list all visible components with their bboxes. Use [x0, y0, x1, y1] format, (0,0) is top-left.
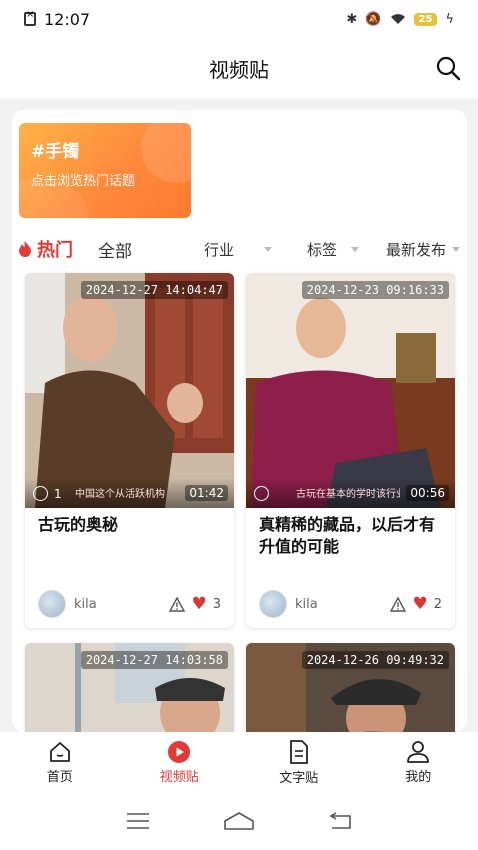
video-card[interactable]: 2024-12-26 09:49:32 — [246, 643, 455, 732]
avatar[interactable] — [259, 590, 287, 618]
tab-all[interactable]: 全部 — [98, 237, 132, 262]
home-button-icon[interactable] — [223, 811, 255, 831]
comment-count — [254, 486, 275, 501]
video-play-icon — [168, 740, 191, 763]
nav-video[interactable]: 视频贴 — [120, 732, 240, 792]
video-card[interactable]: 2024-12-27 14:03:58 — [25, 643, 234, 732]
back-icon[interactable] — [328, 812, 352, 830]
like-count: 3 — [212, 596, 221, 612]
hot-topic-card[interactable]: #手镯 点击浏览热门话题 — [19, 123, 191, 218]
card-title[interactable]: 古玩的奥秘 — [25, 508, 234, 578]
heart-icon[interactable]: ♥ — [191, 595, 206, 613]
chevron-down-icon — [264, 246, 273, 252]
home-icon — [49, 741, 70, 762]
page-title: 视频贴 — [209, 57, 269, 82]
menu-icon[interactable] — [126, 812, 150, 830]
video-caption: 中国这个从活跃机构 — [75, 489, 165, 500]
search-icon[interactable] — [434, 54, 462, 82]
avatar[interactable] — [38, 590, 66, 618]
like-count: 2 — [433, 596, 442, 612]
comment-count-value: 1 — [54, 486, 62, 501]
video-thumbnail[interactable]: 2024-12-27 14:03:58 — [25, 643, 234, 732]
report-icon[interactable] — [169, 596, 186, 612]
card-title[interactable]: 真精稀的藏品，以后才有升值的可能 — [246, 508, 455, 578]
filter-tags-label: 标签 — [307, 240, 338, 259]
mute-icon: 🔕 — [365, 11, 382, 27]
filter-latest[interactable]: 最新发布 — [386, 239, 461, 260]
filter-industry[interactable]: 行业 — [204, 239, 273, 260]
thumbnail-image — [25, 273, 234, 508]
nav-text-label: 文字贴 — [279, 770, 319, 786]
content-panel: #手镯 点击浏览热门话题 热门 全部 行业 标签 最新发布 2024-12-27… — [12, 110, 467, 732]
nav-video-label: 视频贴 — [159, 769, 199, 785]
comment-icon — [254, 486, 269, 501]
document-icon — [289, 739, 308, 764]
video-card[interactable]: 2024-12-27 14:04:47 1 中国这个从活跃机构 01:42 古玩… — [25, 273, 234, 628]
filter-latest-label: 最新发布 — [386, 240, 447, 259]
video-timestamp: 2024-12-27 14:03:58 — [80, 651, 228, 669]
status-bar: 12:07 ✱ 🔕 25 ϟ — [0, 0, 478, 38]
video-thumbnail[interactable]: 2024-12-26 09:49:32 — [246, 643, 455, 732]
wifi-icon — [390, 14, 405, 24]
charging-icon: ϟ — [445, 11, 454, 27]
nav-text[interactable]: 文字贴 — [239, 732, 359, 792]
heart-icon[interactable]: ♥ — [412, 595, 427, 613]
nav-mine[interactable]: 我的 — [359, 732, 478, 792]
nav-home-label: 首页 — [46, 769, 73, 785]
no-sim-icon — [24, 9, 36, 26]
bottom-nav: 首页 视频贴 文字贴 我的 — [0, 732, 478, 792]
battery-badge: 25 — [413, 12, 438, 26]
comment-icon — [33, 486, 48, 501]
app-header: 视频贴 — [0, 38, 478, 98]
bluetooth-icon: ✱ — [346, 11, 358, 27]
video-caption: 古玩在基本的学时该行业 — [296, 489, 400, 500]
topic-subtitle: 点击浏览热门话题 — [31, 174, 136, 189]
tab-hot[interactable]: 热门 — [17, 236, 73, 262]
system-nav-bar — [0, 792, 478, 850]
comment-count: 1 — [33, 486, 62, 501]
report-icon[interactable] — [390, 596, 407, 612]
filter-row: 热门 全部 行业 标签 最新发布 — [12, 234, 467, 264]
video-duration: 01:42 — [185, 485, 228, 501]
chevron-down-icon — [452, 246, 461, 252]
video-thumbnail[interactable]: 2024-12-27 14:04:47 1 中国这个从活跃机构 01:42 — [25, 273, 234, 508]
user-icon — [407, 740, 430, 763]
status-time: 12:07 — [44, 9, 91, 29]
filter-tags[interactable]: 标签 — [307, 239, 360, 260]
nav-mine-label: 我的 — [405, 769, 432, 785]
nav-home[interactable]: 首页 — [0, 732, 120, 792]
video-duration: 00:56 — [406, 485, 449, 501]
chevron-down-icon — [351, 246, 360, 252]
video-thumbnail[interactable]: 2024-12-23 09:16:33 古玩在基本的学时该行业 00:56 — [246, 273, 455, 508]
video-card[interactable]: 2024-12-23 09:16:33 古玩在基本的学时该行业 00:56 真精… — [246, 273, 455, 628]
author-name[interactable]: kila — [74, 597, 97, 612]
thumbnail-image — [246, 273, 455, 508]
video-timestamp: 2024-12-23 09:16:33 — [301, 281, 449, 299]
fire-icon — [19, 241, 31, 257]
filter-industry-label: 行业 — [204, 240, 235, 259]
author-name[interactable]: kila — [295, 597, 318, 612]
topic-title: #手镯 — [31, 142, 80, 162]
video-timestamp: 2024-12-27 14:04:47 — [80, 281, 228, 299]
video-timestamp: 2024-12-26 09:49:32 — [301, 651, 449, 669]
tab-hot-label: 热门 — [37, 240, 73, 261]
